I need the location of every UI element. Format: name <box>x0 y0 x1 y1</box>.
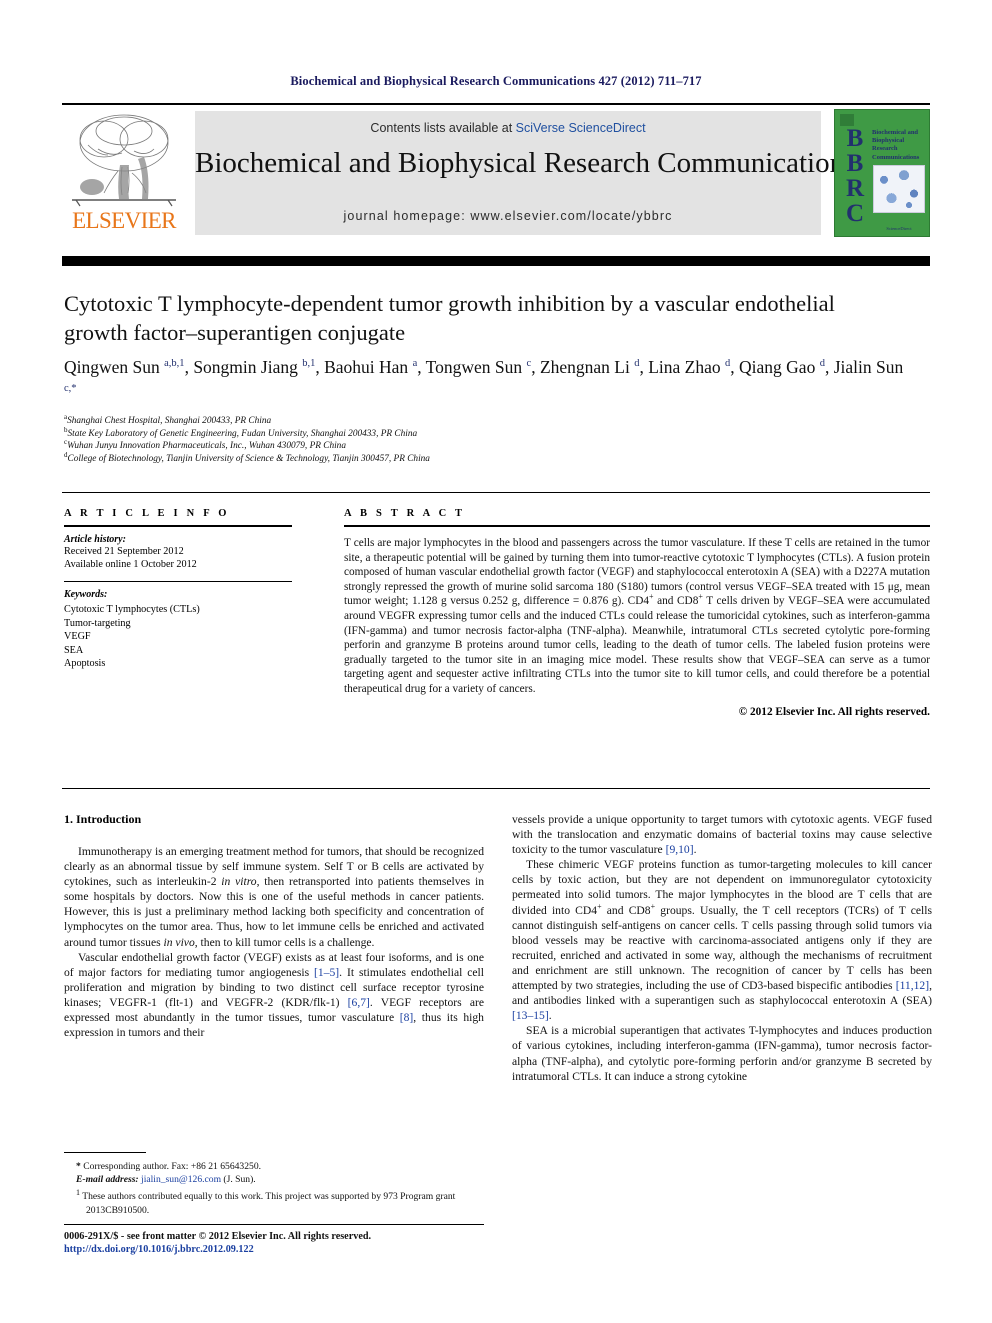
author-list: Qingwen Sun a,b,1, Songmin Jiang b,1, Ba… <box>64 357 904 395</box>
keywords-rule <box>64 580 292 583</box>
article-info-rule <box>64 525 292 527</box>
body-paragraph: These chimeric VEGF proteins function as… <box>512 858 932 1023</box>
body-paragraph: Immunotherapy is an emerging treatment m… <box>64 845 484 949</box>
article-info-column: A R T I C L E I N F O Article history: R… <box>64 508 292 670</box>
footnote-corresponding-author: * Corresponding author. Fax: +86 21 6564… <box>76 1161 262 1172</box>
affiliation-item: bState Key Laboratory of Genetic Enginee… <box>64 425 418 439</box>
cover-footer: ScienceDirect <box>886 226 912 231</box>
body-paragraph: vessels provide a unique opportunity to … <box>512 813 932 857</box>
doi-link[interactable]: http://dx.doi.org/10.1016/j.bbrc.2012.09… <box>64 1243 524 1256</box>
page-title: Cytotoxic T lymphocyte-dependent tumor g… <box>64 291 835 345</box>
journal-title: Biochemical and Biophysical Research Com… <box>195 147 856 179</box>
footer-block: 0006-291X/$ - see front matter © 2012 El… <box>64 1230 524 1257</box>
keyword-item: Apoptosis <box>64 657 106 669</box>
keyword-item: SEA <box>64 644 84 656</box>
email-label: E-mail address: <box>76 1174 139 1186</box>
running-head: Biochemical and Biophysical Research Com… <box>290 74 702 88</box>
abstract-text: T cells are major lymphocytes in the blo… <box>344 537 931 695</box>
keyword-item: Cytotoxic T lymphocytes (CTLs) <box>64 604 200 616</box>
journal-masthead: ELSEVIER Contents lists available at Sci… <box>62 103 930 240</box>
info-band-top-rule <box>62 492 930 493</box>
masthead-band: Contents lists available at SciVerse Sci… <box>195 111 856 235</box>
contents-available-line: Contents lists available at SciVerse Sci… <box>195 121 821 135</box>
affiliation-item: dCollege of Biotechnology, Tianjin Unive… <box>64 450 430 464</box>
paper-page: Biochemical and Biophysical Research Com… <box>0 0 992 1323</box>
body-column-left: 1. Introduction Immunotherapy is an emer… <box>64 812 484 1040</box>
sciencedirect-link[interactable]: SciVerse ScienceDirect <box>516 121 646 135</box>
email-suffix: (J. Sun). <box>221 1174 256 1186</box>
article-history-label: Article history: <box>64 534 126 545</box>
contents-prefix: Contents lists available at <box>370 121 516 135</box>
abstract-heading: A B S T R A C T <box>344 508 466 519</box>
abstract-copyright: © 2012 Elsevier Inc. All rights reserved… <box>738 705 930 718</box>
keyword-list: Cytotoxic T lymphocytes (CTLs) Tumor-tar… <box>64 603 292 670</box>
body-column-right: vessels provide a unique opportunity to … <box>512 812 932 1084</box>
elsevier-tree-icon <box>68 109 180 207</box>
info-band-bottom-rule <box>62 788 930 789</box>
footnote-equal-contribution: 1 These authors contributed equally to t… <box>76 1188 456 1216</box>
footnote-block: * Corresponding author. Fax: +86 21 6564… <box>64 1160 484 1217</box>
footnote-email: E-mail address: jialin_sun@126.com (J. S… <box>64 1173 484 1186</box>
keywords-label: Keywords: <box>64 589 108 601</box>
issn-line: 0006-291X/$ - see front matter © 2012 El… <box>64 1231 372 1242</box>
intro-paragraphs-left: Immunotherapy is an emerging treatment m… <box>64 844 484 1040</box>
section-title-introduction: 1. Introduction <box>64 812 142 826</box>
journal-homepage-line[interactable]: journal homepage: www.elsevier.com/locat… <box>195 209 821 223</box>
email-link[interactable]: jialin_sun@126.com <box>141 1174 221 1185</box>
cover-journal-name: Biochemical and Biophysical Research Com… <box>872 129 920 161</box>
footer-divider <box>64 1224 484 1225</box>
affiliation-item: cWuhan Junyu Innovation Pharmaceuticals,… <box>64 438 346 452</box>
body-paragraph: SEA is a microbial superantigen that act… <box>512 1024 932 1083</box>
journal-cover-thumbnail: BBRC Biochemical and Biophysical Researc… <box>834 109 930 237</box>
keyword-item: Tumor-targeting <box>64 617 131 629</box>
cover-letters: BBRC <box>845 125 865 227</box>
article-history-online: Available online 1 October 2012 <box>64 559 197 571</box>
intro-paragraphs-right: vessels provide a unique opportunity to … <box>512 812 932 1084</box>
elsevier-logo: ELSEVIER <box>62 109 186 237</box>
body-paragraph: Vascular endothelial growth factor (VEGF… <box>64 950 484 1040</box>
cover-artwork <box>873 165 925 213</box>
masthead-divider <box>62 256 930 266</box>
affiliation-list: aShanghai Chest Hospital, Shanghai 20043… <box>64 412 764 465</box>
footnote-divider <box>64 1152 146 1153</box>
abstract-rule <box>344 525 930 527</box>
affiliation-item: aShanghai Chest Hospital, Shanghai 20043… <box>64 412 272 426</box>
article-info-heading: A R T I C L E I N F O <box>64 508 230 519</box>
keyword-item: VEGF <box>64 631 91 643</box>
abstract-column: A B S T R A C T T cells are major lympho… <box>344 508 930 718</box>
article-history-received: Received 21 September 2012 <box>64 546 184 557</box>
elsevier-wordmark: ELSEVIER <box>72 208 176 233</box>
